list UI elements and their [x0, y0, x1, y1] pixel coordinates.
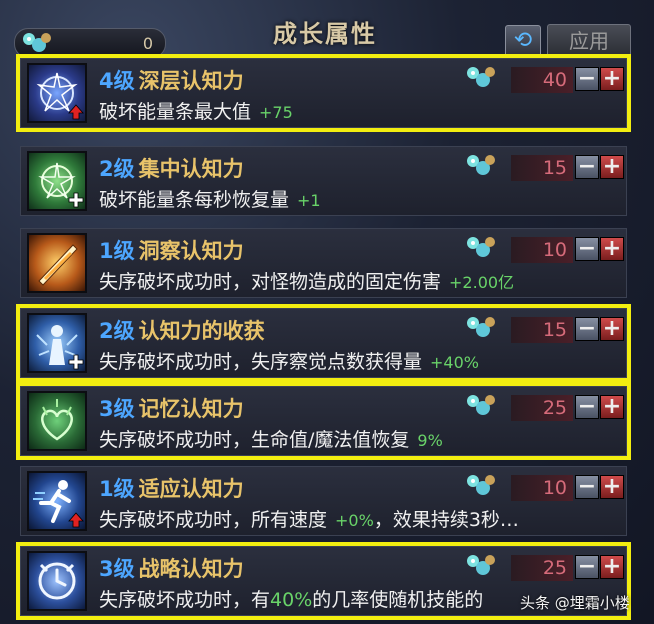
watermark: 头条 @埋霜小楼: [520, 594, 630, 612]
skill-cost: 10: [511, 237, 573, 263]
skill-name: 认知力的收获: [138, 319, 265, 343]
skill-row: 4级 深层认知力 破坏能量条最大值 +75 40 − +: [16, 54, 631, 132]
plus-icon: [68, 192, 84, 208]
skill-bonus: +75: [259, 103, 293, 122]
decrease-button[interactable]: −: [575, 67, 599, 91]
increase-button[interactable]: +: [600, 237, 624, 261]
increase-button[interactable]: +: [600, 67, 624, 91]
clock-icon: [27, 551, 87, 611]
skill-level: 4级: [99, 69, 135, 93]
skill-level: 1级: [99, 477, 135, 501]
skill-bonus: +0%: [335, 511, 374, 530]
plus-icon: [68, 354, 84, 370]
skill-desc: 失序破坏成功时，有: [99, 589, 271, 611]
skill-cost: 25: [511, 555, 573, 581]
skill-name: 适应认知力: [138, 477, 244, 501]
skill-level: 3级: [99, 557, 135, 581]
crystal-gem-icon: [461, 233, 501, 265]
up-arrow-icon: [68, 512, 84, 528]
crystal-gem-icon: [19, 30, 55, 60]
blue-figure-icon: [27, 313, 87, 373]
skill-name: 深层认知力: [138, 69, 244, 93]
fire-slash-icon: [27, 233, 87, 293]
crystal-gem-icon: [461, 551, 501, 583]
shatter-sphere-icon: [27, 63, 87, 123]
skill-desc-tail: ，效果持续3秒…: [373, 509, 519, 531]
skill-cost: 40: [511, 67, 573, 93]
increase-button[interactable]: +: [600, 395, 624, 419]
skill-desc: 破坏能量条最大值: [99, 101, 252, 123]
skill-row: 1级 洞察认知力 失序破坏成功时，对怪物造成的固定伤害 +2.00亿 10 − +: [20, 228, 627, 298]
decrease-button[interactable]: −: [575, 395, 599, 419]
skill-cost: 15: [511, 317, 573, 343]
refresh-icon: ⟲: [513, 28, 533, 53]
currency-count: 0: [142, 34, 153, 53]
skill-cost: 25: [511, 395, 573, 421]
refresh-button[interactable]: ⟲: [505, 25, 541, 57]
decrease-button[interactable]: −: [575, 237, 599, 261]
skill-desc: 破坏能量条每秒恢复量: [99, 189, 290, 211]
skill-name: 集中认知力: [138, 157, 244, 181]
runner-icon: [27, 471, 87, 531]
skill-level: 2级: [99, 157, 135, 181]
skill-row: 2级 集中认知力 破坏能量条每秒恢复量 +1 15 − +: [20, 146, 627, 216]
increase-button[interactable]: +: [600, 555, 624, 579]
panel-title: 成长属性: [273, 20, 377, 48]
skill-name: 记忆认知力: [138, 397, 244, 421]
crystal-gem-icon: [461, 151, 501, 183]
skill-desc-tail: 的几率使随机技能的: [312, 589, 484, 611]
skill-name: 洞察认知力: [138, 239, 244, 263]
green-sphere-icon: [27, 151, 87, 211]
skill-cost: 10: [511, 475, 573, 501]
skill-row: 1级 适应认知力 失序破坏成功时，所有速度 +0%，效果持续3秒… 10 − +: [20, 466, 627, 536]
currency-display: 0: [14, 28, 166, 58]
skill-bonus: +1: [297, 191, 321, 210]
skill-bonus: 40%: [270, 589, 313, 611]
increase-button[interactable]: +: [600, 475, 624, 499]
decrease-button[interactable]: −: [575, 475, 599, 499]
increase-button[interactable]: +: [600, 317, 624, 341]
skill-bonus: 9%: [417, 431, 443, 450]
skill-level: 1级: [99, 239, 135, 263]
skill-desc: 失序破坏成功时，失序察觉点数获得量: [99, 351, 423, 373]
crystal-gem-icon: [461, 63, 501, 95]
decrease-button[interactable]: −: [575, 317, 599, 341]
skill-desc: 失序破坏成功时，所有速度: [99, 509, 328, 531]
apply-button[interactable]: 应用: [547, 24, 631, 58]
skill-row: 3级 记忆认知力 失序破坏成功时，生命值/魔法值恢复 9% 25 − +: [16, 382, 631, 460]
crystal-gem-icon: [461, 313, 501, 345]
skill-desc: 失序破坏成功时，对怪物造成的固定伤害: [99, 271, 442, 293]
skill-row: 2级 认知力的收获 失序破坏成功时，失序察觉点数获得量 +40% 15 − +: [16, 304, 631, 382]
skill-name: 战略认知力: [138, 557, 244, 581]
skill-level: 2级: [99, 319, 135, 343]
skill-desc: 失序破坏成功时，生命值/魔法值恢复: [99, 429, 410, 451]
skill-level: 3级: [99, 397, 135, 421]
skill-bonus: +2.00亿: [449, 273, 515, 292]
skill-bonus: +40%: [430, 353, 479, 372]
up-arrow-icon: [68, 104, 84, 120]
crystal-gem-icon: [461, 471, 501, 503]
decrease-button[interactable]: −: [575, 555, 599, 579]
increase-button[interactable]: +: [600, 155, 624, 179]
decrease-button[interactable]: −: [575, 155, 599, 179]
crystal-gem-icon: [461, 391, 501, 423]
skill-cost: 15: [511, 155, 573, 181]
green-heart-icon: [27, 391, 87, 451]
